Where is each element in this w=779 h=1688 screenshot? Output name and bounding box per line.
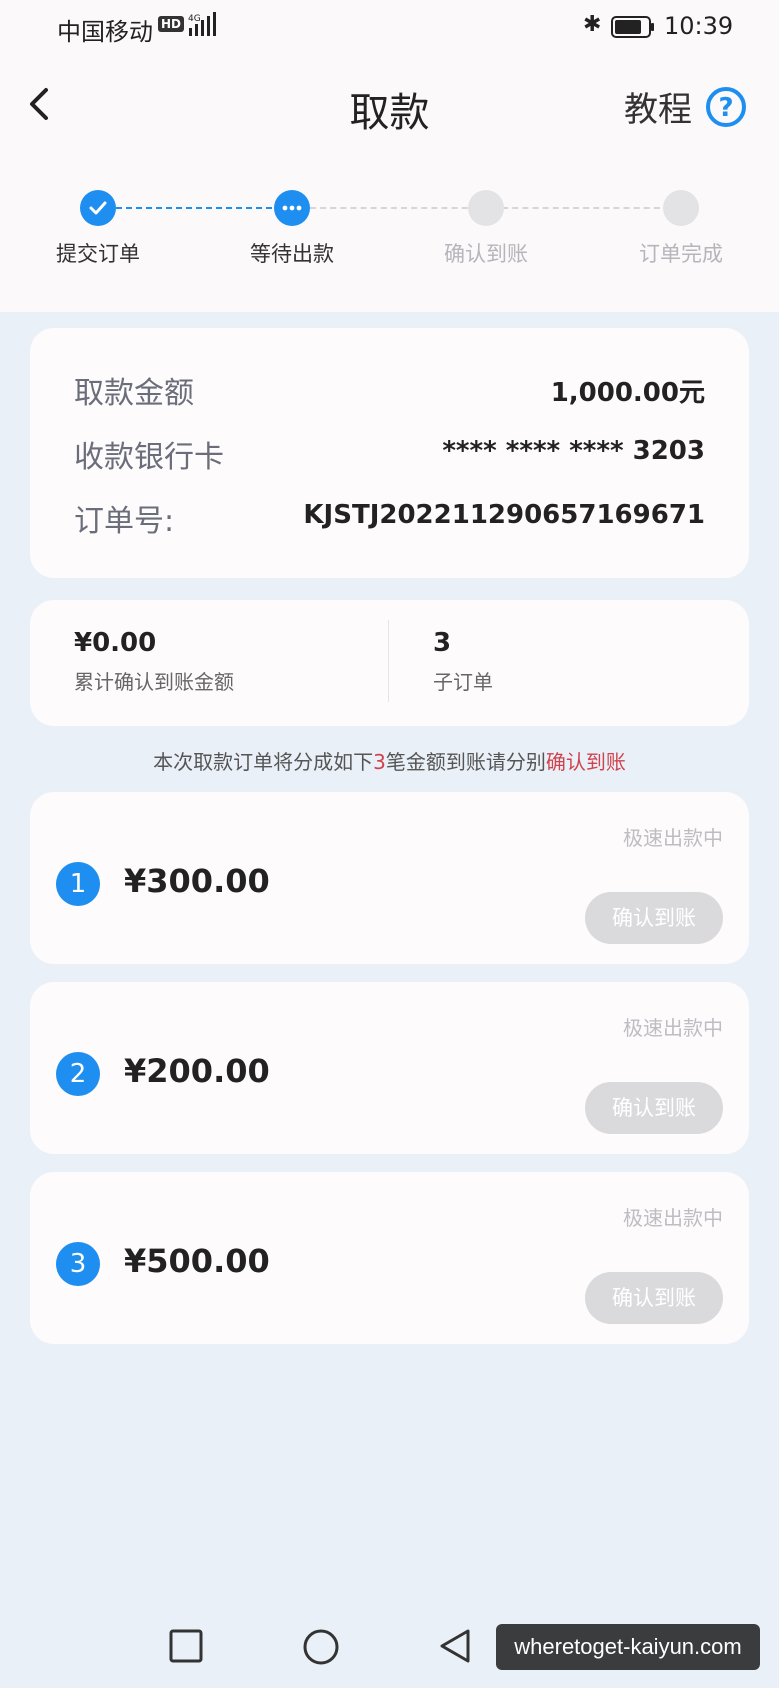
bluetooth-icon: ✱ <box>583 12 602 37</box>
tutorial-label: 教程 <box>624 90 692 130</box>
confirm-receipt-button[interactable]: 确认到账 <box>585 1272 723 1324</box>
notice-middle: 笔金额到账请分别 <box>385 750 546 774</box>
sub-order-amount: ¥300.00 <box>124 862 270 900</box>
sub-order-status: 极速出款中 <box>623 1206 723 1230</box>
more-dots-icon <box>274 190 310 226</box>
withdraw-amount-value: 1,000.00元 <box>550 378 705 408</box>
notice-action: 确认到账 <box>545 750 626 774</box>
recent-apps-icon[interactable] <box>168 1628 204 1664</box>
confirmed-amount-block: ¥0.00 累计确认到账金额 <box>74 628 234 695</box>
confirm-receipt-button[interactable]: 确认到账 <box>585 892 723 944</box>
sub-order-amount: ¥500.00 <box>124 1242 270 1280</box>
split-notice: 本次取款订单将分成如下3笔金额到账请分别确认到账 <box>0 746 779 775</box>
sub-order-amount: ¥200.00 <box>124 1052 270 1090</box>
step-label: 提交订单 <box>56 242 140 266</box>
tutorial-link[interactable]: 教程 ? <box>624 82 747 130</box>
bank-card-row: 收款银行卡 **** **** **** 3203 <box>74 432 705 476</box>
order-number-value: KJSTJ202211290657169671 <box>303 500 705 530</box>
step-awaiting-payout: 等待出款 <box>222 186 362 268</box>
sub-order-count-caption: 子订单 <box>433 670 493 694</box>
confirmed-amount-caption: 累计确认到账金额 <box>74 670 234 694</box>
hd-badge: HD <box>158 16 185 32</box>
step-confirm-receipt: 确认到账 <box>416 186 556 268</box>
watermark: wheretoget-kaiyun.com <box>496 1624 760 1670</box>
sub-order-status: 极速出款中 <box>623 826 723 850</box>
notice-count: 3 <box>373 750 386 774</box>
sub-order-status: 极速出款中 <box>623 1016 723 1040</box>
back-triangle-icon[interactable] <box>438 1628 472 1664</box>
sub-order-card: 1 ¥300.00 极速出款中 确认到账 <box>30 792 749 964</box>
bank-card-label: 收款银行卡 <box>74 440 224 475</box>
order-number-label: 订单号: <box>74 504 175 539</box>
sub-order-index: 1 <box>56 862 100 906</box>
check-icon <box>80 190 116 226</box>
sub-order-index: 2 <box>56 1052 100 1096</box>
battery-icon <box>611 16 654 38</box>
status-bar: 中国移动 HD 4G ✱ 10:39 <box>0 0 779 56</box>
summary-divider <box>388 620 389 702</box>
pending-dot <box>663 190 699 226</box>
progress-stepper: 提交订单 等待出款 确认到账 订单完成 <box>0 186 779 276</box>
order-number-row: 订单号: KJSTJ202211290657169671 <box>74 496 705 540</box>
bank-card-value: **** **** **** 3203 <box>442 436 705 466</box>
sub-order-index: 3 <box>56 1242 100 1286</box>
step-order-complete: 订单完成 <box>611 186 751 268</box>
carrier-name: 中国移动 <box>57 18 153 46</box>
home-icon[interactable] <box>302 1628 340 1666</box>
confirmed-amount-value: ¥0.00 <box>74 628 157 658</box>
signal-icon: 4G <box>188 12 216 36</box>
clock: 10:39 <box>664 12 734 40</box>
network-type: 4G <box>188 14 201 24</box>
withdraw-amount-label: 取款金额 <box>74 376 194 411</box>
confirm-receipt-button[interactable]: 确认到账 <box>585 1082 723 1134</box>
header: 取款 教程 ? <box>0 60 779 150</box>
summary-card: ¥0.00 累计确认到账金额 3 子订单 <box>30 600 749 726</box>
step-label: 订单完成 <box>639 242 723 266</box>
sub-order-count-block: 3 子订单 <box>433 628 493 695</box>
withdraw-amount-row: 取款金额 1,000.00元 <box>74 368 705 412</box>
sub-order-card: 3 ¥500.00 极速出款中 确认到账 <box>30 1172 749 1344</box>
step-submit-order: 提交订单 <box>28 186 168 268</box>
sub-order-card: 2 ¥200.00 极速出款中 确认到账 <box>30 982 749 1154</box>
sub-order-count-value: 3 <box>433 628 452 658</box>
help-icon: ? <box>706 86 747 127</box>
step-label: 确认到账 <box>444 242 528 266</box>
step-label: 等待出款 <box>250 242 334 266</box>
pending-dot <box>468 190 504 226</box>
order-info-card: 取款金额 1,000.00元 收款银行卡 **** **** **** 3203… <box>30 328 749 578</box>
help-symbol: ? <box>719 93 734 123</box>
notice-prefix: 本次取款订单将分成如下 <box>153 750 374 774</box>
